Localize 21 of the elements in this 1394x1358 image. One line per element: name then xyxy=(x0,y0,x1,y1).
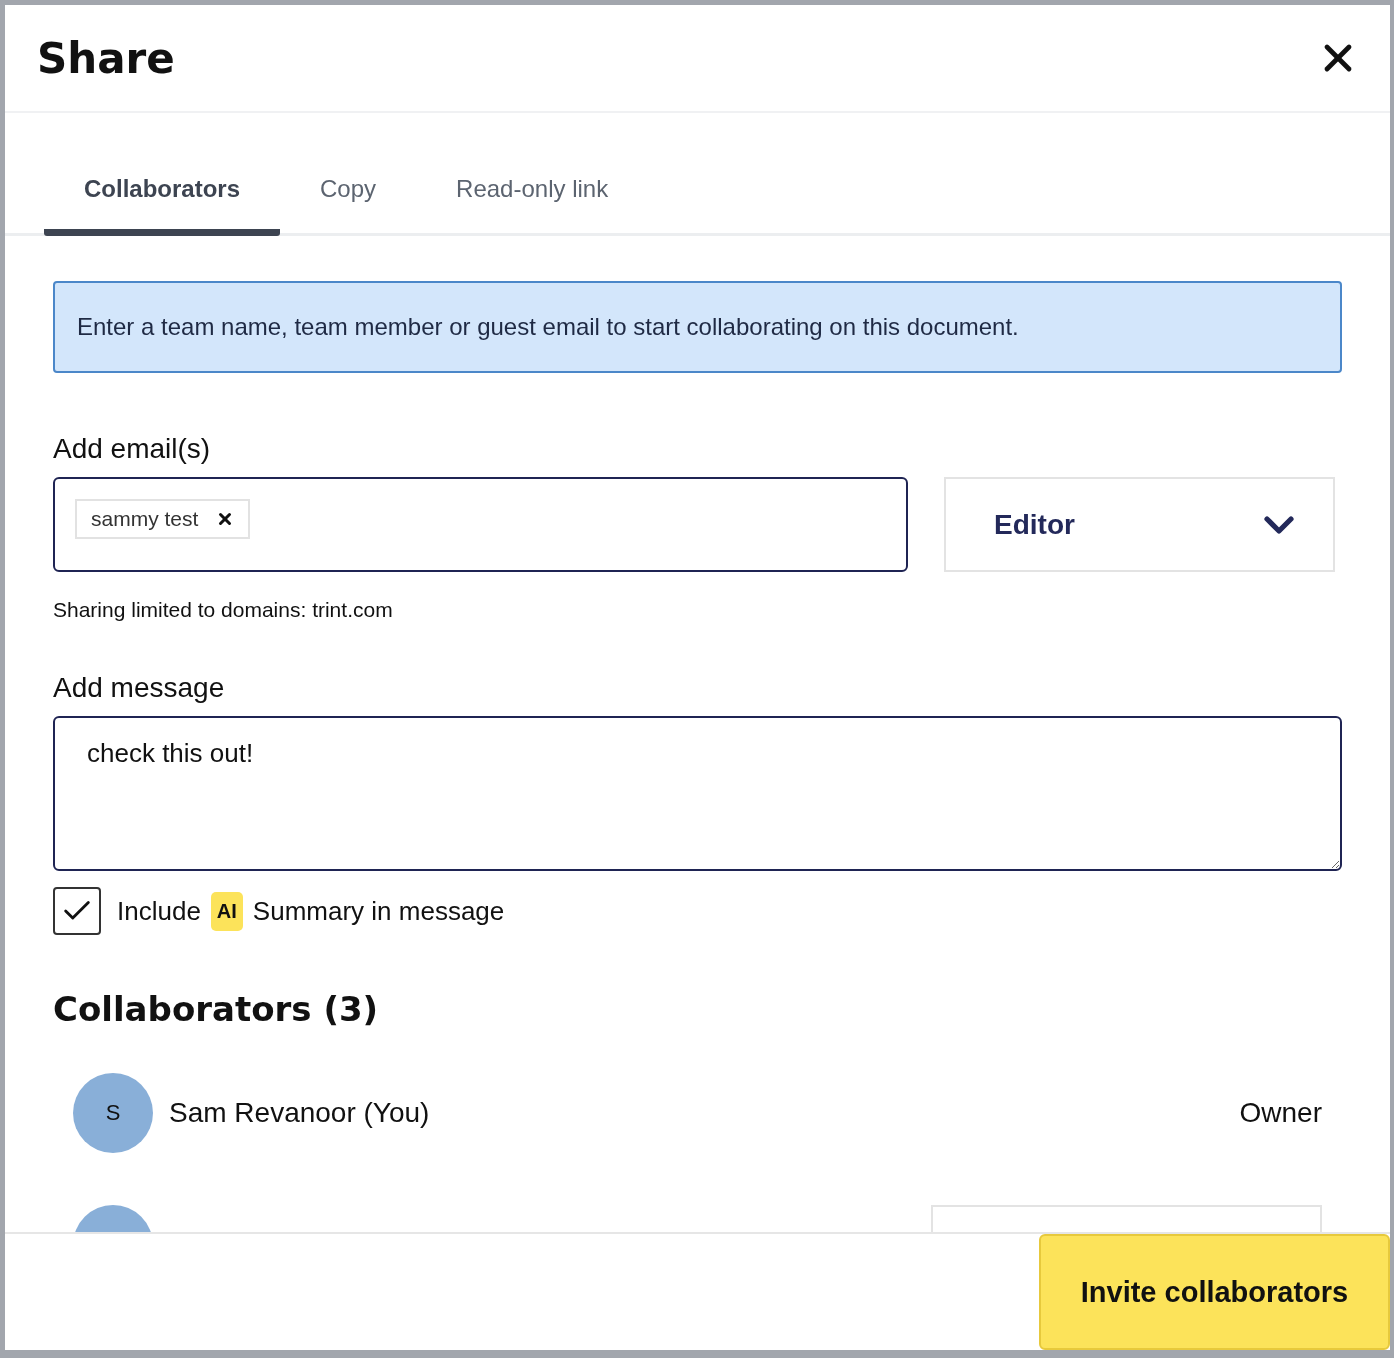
checkbox-label: Summary in message xyxy=(252,895,505,927)
helper-text: Sharing limited to domains: trint.com xyxy=(53,598,394,622)
tab[interactable]: Read-only link xyxy=(416,151,649,236)
chip-text: sammy test xyxy=(91,507,199,531)
collaborator-role: Owner xyxy=(1239,1097,1322,1129)
ai-badge: AI xyxy=(210,891,243,931)
tab[interactable]: Collaborators xyxy=(44,151,281,236)
tab[interactable]: Copy xyxy=(280,151,417,236)
info-notice: Enter a team name, team member or guest email to start collaborating on this document. xyxy=(53,281,1342,373)
field-label: Add email(s) xyxy=(53,433,212,465)
checkbox-label: Include xyxy=(117,895,201,927)
invite-button[interactable]: Invite collaborators xyxy=(1039,1234,1390,1350)
role-dropdown[interactable]: Editor xyxy=(944,477,1335,572)
section-heading: Collaborators (3) xyxy=(53,989,380,1029)
email-input-field[interactable]: sammy test xyxy=(53,477,908,572)
avatar: S xyxy=(73,1073,153,1153)
checkbox[interactable] xyxy=(53,887,101,935)
field-label: Add message xyxy=(53,672,226,704)
message-field[interactable]: check this out! xyxy=(53,716,1342,871)
collaborator-name: Sam Revanoor (You) xyxy=(169,1097,431,1129)
dialog-title: Share xyxy=(37,33,175,83)
